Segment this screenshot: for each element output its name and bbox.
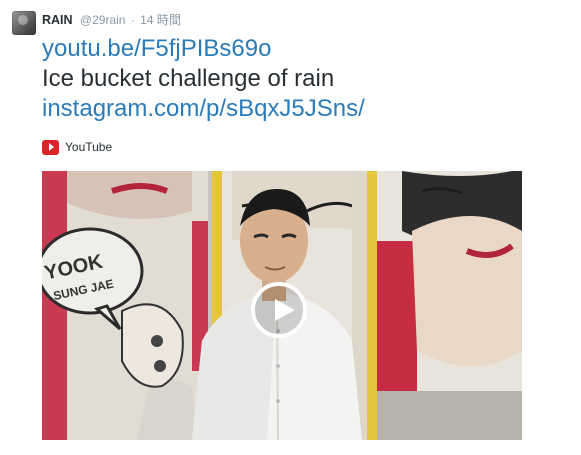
meta-separator: · (130, 13, 135, 27)
play-icon[interactable] (251, 282, 307, 338)
tweet-header: RAIN @29rain · 14 時間 (42, 11, 181, 29)
tweet-message: Ice bucket challenge of rain (42, 65, 335, 92)
youtube-icon (42, 139, 59, 155)
avatar[interactable] (12, 11, 36, 35)
tweet-card: RAIN @29rain · 14 時間 youtu.be/F5fjPIBs69… (0, 0, 581, 455)
timestamp-link[interactable]: 14 時間 (140, 13, 181, 27)
youtube-link[interactable]: youtu.be/F5fjPIBs69o (42, 34, 365, 64)
user-handle[interactable]: @29rain (80, 13, 126, 27)
source-label: YouTube (65, 140, 113, 154)
media-source[interactable]: YouTube (42, 138, 112, 156)
display-name[interactable]: RAIN (42, 13, 73, 27)
instagram-link[interactable]: instagram.com/p/sBqxJ5JSns/ (42, 94, 365, 124)
tweet-text: youtu.be/F5fjPIBs69o Ice bucket challeng… (42, 34, 365, 124)
